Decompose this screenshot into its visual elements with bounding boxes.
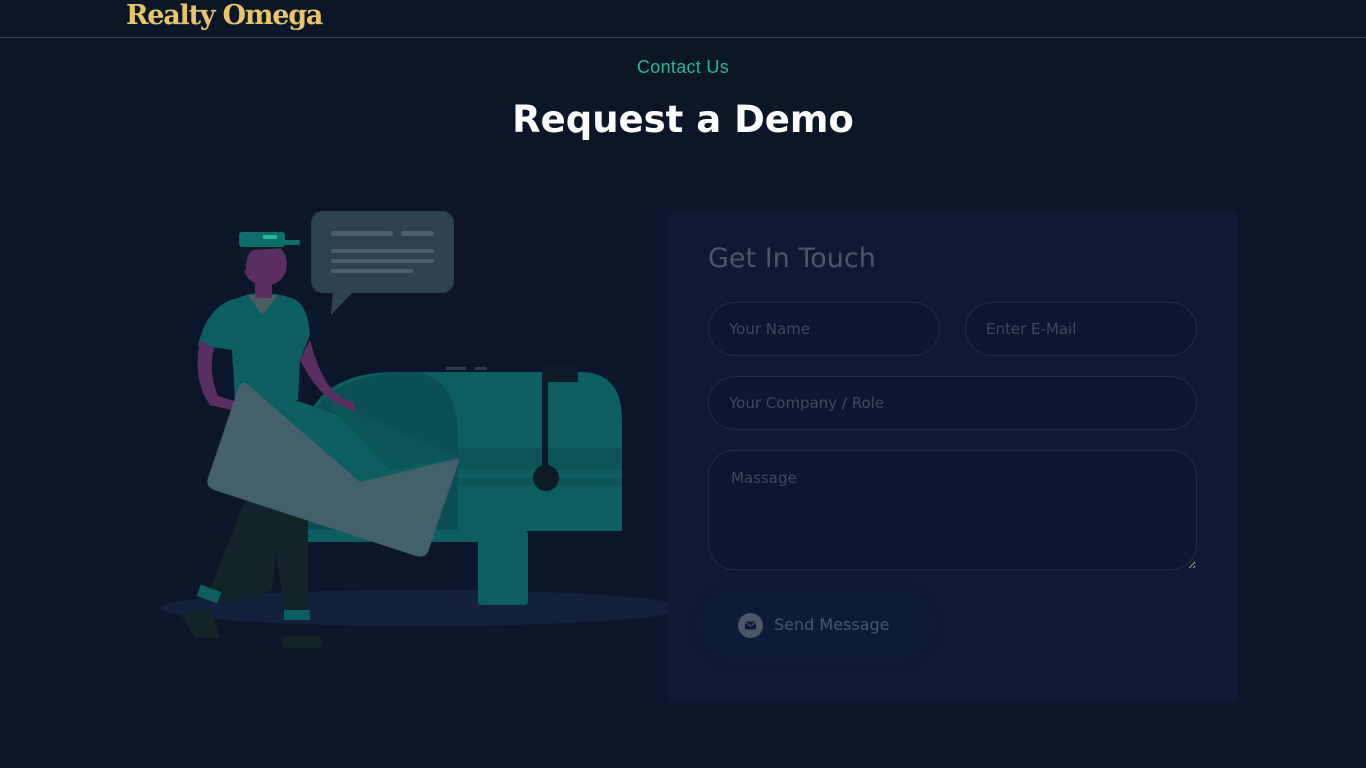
form-title: Get In Touch — [708, 243, 876, 274]
page: Realty Omega Contact Us Request a Demo G… — [0, 0, 1366, 768]
send-message-button[interactable]: Send Message — [708, 598, 924, 652]
speech-bubble-icon — [311, 211, 454, 315]
header: Realty Omega — [0, 0, 1366, 38]
mail-carrier-illustration — [160, 211, 684, 648]
logo[interactable]: Realty Omega — [126, 0, 323, 36]
section-kicker: Contact Us — [636, 57, 730, 77]
email-input[interactable] — [965, 302, 1197, 356]
company-role-input[interactable] — [708, 376, 1197, 430]
envelope-icon — [738, 613, 763, 638]
contact-form-card: Get In Touch Send Message — [668, 211, 1238, 702]
message-textarea[interactable] — [708, 450, 1197, 570]
send-message-label: Send Message — [774, 615, 890, 634]
name-input[interactable] — [708, 302, 940, 356]
page-title: Request a Demo — [512, 98, 854, 141]
